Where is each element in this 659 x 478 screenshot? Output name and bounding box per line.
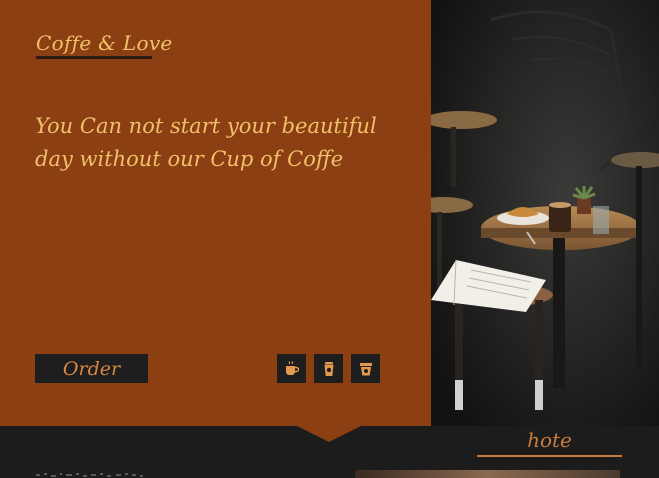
brand-title[interactable]: Coffe & Love xyxy=(36,31,173,55)
section-title: hote xyxy=(527,428,572,452)
coffee-mug-icon xyxy=(359,362,372,375)
coffee-cup-button[interactable] xyxy=(277,354,306,383)
cafe-table-illustration xyxy=(431,0,659,426)
cut-off-text-fragment xyxy=(36,473,143,477)
hero-tagline: You Can not start your beautiful day wit… xyxy=(35,114,377,171)
brand-underline xyxy=(36,56,152,59)
section-title-underline xyxy=(477,455,622,457)
hero-text-panel: Coffe & Love You Can not start your beau… xyxy=(0,0,431,426)
coffee-to-go-icon xyxy=(324,361,333,376)
cafe-photo xyxy=(431,0,659,426)
card-image-preview xyxy=(355,470,620,478)
hero-notch xyxy=(297,426,361,442)
coffee-to-go-button[interactable] xyxy=(314,354,343,383)
coffee-mug-button[interactable] xyxy=(351,354,380,383)
order-button[interactable]: Order xyxy=(35,354,148,383)
hero-section: Coffe & Love You Can not start your beau… xyxy=(0,0,659,426)
coffee-cup-icon xyxy=(285,360,299,375)
